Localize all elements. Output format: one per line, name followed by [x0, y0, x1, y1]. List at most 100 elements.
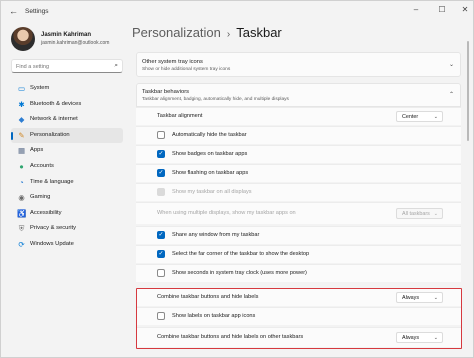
tray-icons-card[interactable]: Other system tray icons Show or hide add…	[136, 52, 461, 77]
sidebar-item-label: Gaming	[30, 194, 51, 201]
user-name: Jasmin Kahriman	[41, 32, 92, 38]
accounts-icon: ●	[19, 161, 24, 171]
icon-labels-checkbox[interactable]	[157, 312, 165, 320]
sidebar-item-gaming[interactable]: ◉ Gaming	[11, 190, 123, 206]
sidebar-item-system[interactable]: ▭ System	[11, 81, 123, 97]
time-and-language-icon: ◔	[19, 177, 24, 187]
sidebar-item-label: Accounts	[30, 162, 54, 169]
search-input[interactable]	[16, 62, 108, 71]
sidebar-item-privacy-and-security[interactable]: ⛨ Privacy & security	[11, 221, 123, 237]
minimize-button[interactable]: –	[409, 5, 423, 14]
bluetooth-and-devices-icon: ✱	[18, 99, 25, 109]
flashing-row[interactable]: ✓ Show flashing on taskbar apps	[136, 164, 461, 182]
sidebar-item-label: Apps	[30, 147, 44, 154]
breadcrumb-separator-icon: ›	[226, 29, 231, 40]
multi-display-dropdown: All taskbars ⌄	[396, 208, 443, 219]
title-bar: ← Settings – ☐ ✕	[1, 1, 474, 23]
sidebar-item-apps[interactable]: ▦ Apps	[11, 143, 123, 159]
auto-hide-label: Automatically hide the taskbar	[172, 132, 247, 138]
combine-other-dropdown[interactable]: Always ⌄	[396, 332, 443, 343]
flashing-label: Show flashing on taskbar apps	[172, 170, 249, 176]
sidebar-item-network-and-internet[interactable]: ◆ Network & internet	[11, 112, 123, 128]
chevron-down-icon[interactable]: ⌄	[449, 61, 454, 68]
maximize-button[interactable]: ☐	[435, 5, 449, 14]
user-email: jasmin.kahriman@outlook.com	[41, 40, 110, 46]
dropdown-value: Center	[402, 114, 419, 120]
all-displays-checkbox	[157, 188, 165, 196]
sidebar-item-bluetooth-and-devices[interactable]: ✱ Bluetooth & devices	[11, 97, 123, 113]
taskbar-alignment-row: Taskbar alignment Center ⌄	[136, 107, 461, 125]
icon-labels-label: Show labels on taskbar app icons	[172, 313, 256, 319]
user-profile[interactable]: Jasmin Kahriman jasmin.kahriman@outlook.…	[11, 27, 126, 57]
tray-icons-subtitle: Show or hide additional system tray icon…	[142, 67, 231, 72]
sidebar-item-label: System	[30, 85, 50, 91]
system-icon: ▭	[17, 84, 26, 93]
back-arrow-icon[interactable]: ←	[9, 6, 18, 16]
search-box[interactable]: ⌕	[11, 59, 123, 73]
sidebar-item-label: Privacy & security	[30, 225, 77, 232]
dropdown-value: Always	[402, 335, 420, 341]
auto-hide-row[interactable]: Automatically hide the taskbar	[136, 126, 461, 144]
badges-label: Show badges on taskbar apps	[172, 151, 248, 157]
taskbar-alignment-dropdown[interactable]: Center ⌄	[396, 111, 443, 122]
apps-icon: ▦	[17, 146, 26, 156]
flashing-checkbox[interactable]: ✓	[157, 169, 165, 177]
seconds-row[interactable]: Show seconds in system tray clock (uses …	[136, 264, 461, 282]
chevron-up-icon[interactable]: ⌃	[449, 91, 454, 98]
share-window-row[interactable]: ✓ Share any window from my taskbar	[136, 226, 461, 244]
taskbar-behaviors-card[interactable]: Taskbar behaviors Taskbar alignment, bad…	[136, 83, 461, 107]
taskbar-alignment-label: Taskbar alignment	[157, 113, 203, 119]
icon-labels-row[interactable]: Show labels on taskbar app icons	[136, 307, 461, 325]
combine-dropdown[interactable]: Always ⌄	[396, 292, 443, 303]
sidebar-item-accessibility[interactable]: ♿ Accessibility	[11, 206, 123, 222]
combine-row: Combine taskbar buttons and hide labels …	[136, 288, 461, 306]
sidebar-item-personalization[interactable]: ✎ Personalization	[11, 127, 123, 144]
far-corner-label: Select the far corner of the taskbar to …	[172, 251, 310, 257]
close-button[interactable]: ✕	[458, 5, 472, 14]
seconds-checkbox[interactable]	[157, 269, 165, 277]
chevron-down-icon: ⌄	[433, 211, 438, 217]
sidebar-item-time-and-language[interactable]: ◔ Time & language	[11, 175, 123, 191]
sidebar-item-label: Network & internet	[30, 116, 78, 123]
sidebar-item-label: Time & language	[30, 178, 74, 185]
seconds-label: Show seconds in system tray clock (uses …	[172, 270, 307, 276]
breadcrumb-personalization[interactable]: Personalization	[132, 25, 221, 40]
share-window-checkbox[interactable]: ✓	[157, 231, 165, 239]
dropdown-value: All taskbars	[402, 211, 430, 217]
badges-checkbox[interactable]: ✓	[157, 150, 165, 158]
sidebar-item-label: Bluetooth & devices	[30, 100, 82, 107]
sidebar-item-accounts[interactable]: ● Accounts	[11, 159, 123, 175]
breadcrumb: Personalization › Taskbar	[132, 25, 282, 40]
windows-update-icon: ⟳	[18, 239, 25, 249]
badges-row[interactable]: ✓ Show badges on taskbar apps	[136, 145, 461, 163]
far-corner-row[interactable]: ✓ Select the far corner of the taskbar t…	[136, 245, 461, 263]
chevron-down-icon: ⌄	[433, 114, 438, 120]
chevron-down-icon: ⌄	[433, 295, 438, 301]
avatar	[11, 27, 35, 51]
share-window-label: Share any window from my taskbar	[172, 232, 260, 238]
combine-label: Combine taskbar buttons and hide labels	[157, 294, 259, 300]
sidebar-item-label: Personalization	[30, 131, 70, 138]
gaming-icon: ◉	[18, 193, 25, 203]
all-displays-row: Show my taskbar on all displays	[136, 183, 461, 201]
page-title: Taskbar	[236, 25, 282, 40]
multi-display-label: When using multiple displays, show my ta…	[157, 210, 296, 216]
window-title: Settings	[25, 8, 49, 15]
auto-hide-checkbox[interactable]	[157, 131, 165, 139]
network-and-internet-icon: ◆	[18, 115, 25, 125]
taskbar-behaviors-subtitle: Taskbar alignment, badging, automaticall…	[142, 97, 289, 102]
combine-other-row: Combine taskbar buttons and hide labels …	[136, 327, 461, 347]
sidebar-item-label: Windows Update	[30, 240, 74, 247]
multi-display-row: When using multiple displays, show my ta…	[136, 202, 461, 224]
personalization-icon: ✎	[18, 130, 25, 140]
scrollbar[interactable]	[467, 41, 469, 141]
sidebar-item-label: Accessibility	[30, 209, 62, 216]
settings-window: ← Settings – ☐ ✕ Jasmin Kahriman jasmin.…	[0, 0, 474, 358]
tray-icons-title: Other system tray icons	[142, 59, 203, 65]
search-icon[interactable]: ⌕	[114, 62, 118, 70]
far-corner-checkbox[interactable]: ✓	[157, 250, 165, 258]
all-displays-label: Show my taskbar on all displays	[172, 189, 252, 195]
sidebar-item-windows-update[interactable]: ⟳ Windows Update	[11, 237, 123, 253]
chevron-down-icon: ⌄	[433, 335, 438, 341]
sidebar-nav: ▭ System ✱ Bluetooth & devices ◆ Network & in…	[11, 81, 123, 253]
